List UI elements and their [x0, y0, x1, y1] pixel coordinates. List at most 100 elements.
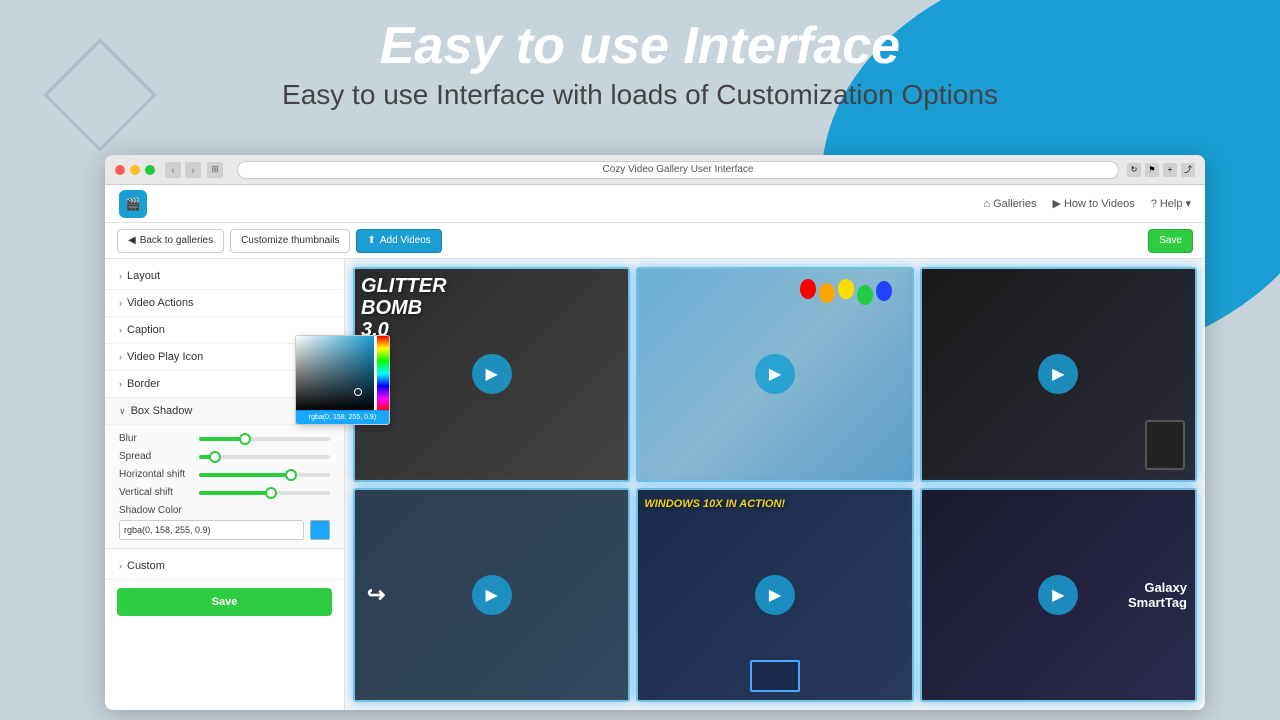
video-thumb-2[interactable]: ▶ — [636, 267, 913, 482]
traffic-lights — [115, 165, 155, 175]
layout-label: Layout — [127, 270, 160, 282]
play-button-6[interactable]: ▶ — [1038, 575, 1078, 615]
spread-thumb[interactable] — [209, 451, 221, 463]
blur-thumb[interactable] — [239, 433, 251, 445]
sidebar-item-video-actions[interactable]: › Video Actions — [105, 290, 344, 317]
blur-row: Blur — [119, 433, 330, 444]
address-bar-text: Cozy Video Gallery User Interface — [603, 164, 754, 175]
v-shift-thumb[interactable] — [265, 487, 277, 499]
close-traffic-light[interactable] — [115, 165, 125, 175]
maximize-traffic-light[interactable] — [145, 165, 155, 175]
video-bg-5: ▶ WINDOWS 10X IN ACTION! — [638, 490, 911, 701]
vertical-shift-row: Vertical shift — [119, 487, 330, 498]
video-title-1: GLITTERBOMB3.0 — [361, 275, 447, 341]
shadow-color-input[interactable] — [119, 520, 304, 540]
video-thumb-4[interactable]: ▶ ↪ — [353, 488, 630, 703]
app-toolbar: ◀ Back to galleries Customize thumbnails… — [105, 223, 1205, 259]
nav-galleries[interactable]: ⌂ Galleries — [983, 197, 1036, 210]
sidebar-item-custom[interactable]: › Custom — [105, 553, 344, 580]
video-thumb-6[interactable]: ▶ GalaxySmartTag — [920, 488, 1197, 703]
add-videos-label: Add Videos — [380, 235, 431, 246]
video-thumb-1[interactable]: ▶ GLITTERBOMB3.0 — [353, 267, 630, 482]
customize-thumbnails-button[interactable]: Customize thumbnails — [230, 229, 350, 253]
tablet-decoration — [1145, 420, 1185, 470]
video-bg-1: ▶ GLITTERBOMB3.0 — [355, 269, 628, 480]
back-nav-btn[interactable]: ‹ — [165, 162, 181, 178]
color-preview-text: rgba(0, 158, 255, 0.9) — [309, 414, 345, 421]
spread-slider[interactable] — [199, 455, 330, 459]
back-label: Back to galleries — [140, 235, 213, 246]
save-button[interactable]: Save — [1148, 229, 1193, 253]
h-shift-fill — [199, 473, 291, 477]
horizontal-shift-row: Horizontal shift — [119, 469, 330, 480]
sub-heading: Easy to use Interface with loads of Cust… — [0, 79, 1280, 111]
logo-icon: 🎬 — [126, 197, 141, 211]
play-button-1[interactable]: ▶ — [472, 354, 512, 394]
sidebar: › Layout › Video Actions › Caption › Vid… — [105, 259, 345, 710]
galleries-icon: ⌂ — [983, 198, 990, 210]
more-btn[interactable]: + — [1163, 163, 1177, 177]
app-header: 🎬 ⌂ Galleries ▶ How to Videos ? Help ▾ — [105, 185, 1205, 223]
save-label: Save — [1159, 235, 1182, 246]
main-content: › Layout › Video Actions › Caption › Vid… — [105, 259, 1205, 710]
chevron-down-icon: ▾ — [1185, 197, 1191, 210]
chevron-right-icon: › — [119, 298, 122, 308]
share-btn[interactable]: ⤴ — [1181, 163, 1195, 177]
browser-window: ‹ › ⊞ Cozy Video Gallery User Interface … — [105, 155, 1205, 710]
chevron-right-icon: › — [119, 352, 122, 362]
help-icon: ? — [1151, 198, 1157, 210]
color-gradient[interactable] — [296, 336, 345, 411]
sidebar-save-button[interactable]: Save — [117, 588, 332, 616]
video-thumb-3[interactable]: ▶ — [920, 267, 1197, 482]
sidebar-item-layout[interactable]: › Layout — [105, 263, 344, 290]
heading-blue-text: Easy to use — [380, 17, 683, 75]
blue-accent-line — [1140, 80, 1200, 84]
bookmark-btn[interactable]: ⚑ — [1145, 163, 1159, 177]
how-to-label: How to Videos — [1064, 198, 1135, 210]
v-shift-slider[interactable] — [199, 491, 330, 495]
play-button-3[interactable]: ▶ — [1038, 354, 1078, 394]
minimize-traffic-light[interactable] — [130, 165, 140, 175]
blur-slider[interactable] — [199, 437, 330, 441]
color-picker-popup: rgba(0, 158, 255, 0.9) — [295, 335, 345, 425]
back-to-galleries-button[interactable]: ◀ Back to galleries — [117, 229, 224, 253]
address-bar[interactable]: Cozy Video Gallery User Interface — [237, 161, 1119, 179]
play-button-5[interactable]: ▶ — [755, 575, 795, 615]
video-icon: ▶ — [1053, 197, 1061, 210]
balloons-decoration — [800, 279, 892, 305]
box-shadow-panel: Blur Spread — [105, 425, 344, 549]
shadow-color-label: Shadow Color — [119, 505, 330, 516]
nav-how-to-videos[interactable]: ▶ How to Videos — [1053, 197, 1135, 210]
v-shift-fill — [199, 491, 271, 495]
nav-help[interactable]: ? Help ▾ — [1151, 197, 1191, 210]
video-title-5: WINDOWS 10X IN ACTION! — [644, 498, 785, 510]
sidebar-toggle-btn[interactable]: ⊞ — [207, 162, 223, 178]
h-shift-slider[interactable] — [199, 473, 330, 477]
header-nav: ⌂ Galleries ▶ How to Videos ? Help ▾ — [983, 197, 1191, 210]
play-button-2[interactable]: ▶ — [755, 354, 795, 394]
browser-content: 🎬 ⌂ Galleries ▶ How to Videos ? Help ▾ — [105, 185, 1205, 710]
chevron-right-icon: › — [119, 325, 122, 335]
spread-row: Spread — [119, 451, 330, 462]
arrow-decoration: ↪ — [367, 582, 385, 608]
reload-btn[interactable]: ↻ — [1127, 163, 1141, 177]
spread-label: Spread — [119, 451, 199, 462]
h-shift-thumb[interactable] — [285, 469, 297, 481]
sidebar-save-label: Save — [212, 596, 238, 608]
forward-nav-btn[interactable]: › — [185, 162, 201, 178]
chevron-right-icon: › — [119, 379, 122, 389]
v-shift-label: Vertical shift — [119, 487, 199, 498]
browser-right-icons: ↻ ⚑ + ⤴ — [1127, 163, 1195, 177]
heading-white-text: Interface — [683, 17, 900, 75]
box-shadow-label: Box Shadow — [131, 405, 193, 417]
add-videos-button[interactable]: ⬆ Add Videos — [356, 229, 441, 253]
heading-area: Easy to use Interface Easy to use Interf… — [0, 18, 1280, 111]
customize-label: Customize thumbnails — [241, 235, 339, 246]
blur-label: Blur — [119, 433, 199, 444]
chevron-down-icon: ∨ — [119, 406, 126, 417]
video-grid: ▶ GLITTERBOMB3.0 ▶ — [345, 259, 1205, 710]
video-bg-2: ▶ — [638, 269, 911, 480]
video-thumb-5[interactable]: ▶ WINDOWS 10X IN ACTION! — [636, 488, 913, 703]
play-button-4[interactable]: ▶ — [472, 575, 512, 615]
color-swatch[interactable] — [310, 520, 330, 540]
